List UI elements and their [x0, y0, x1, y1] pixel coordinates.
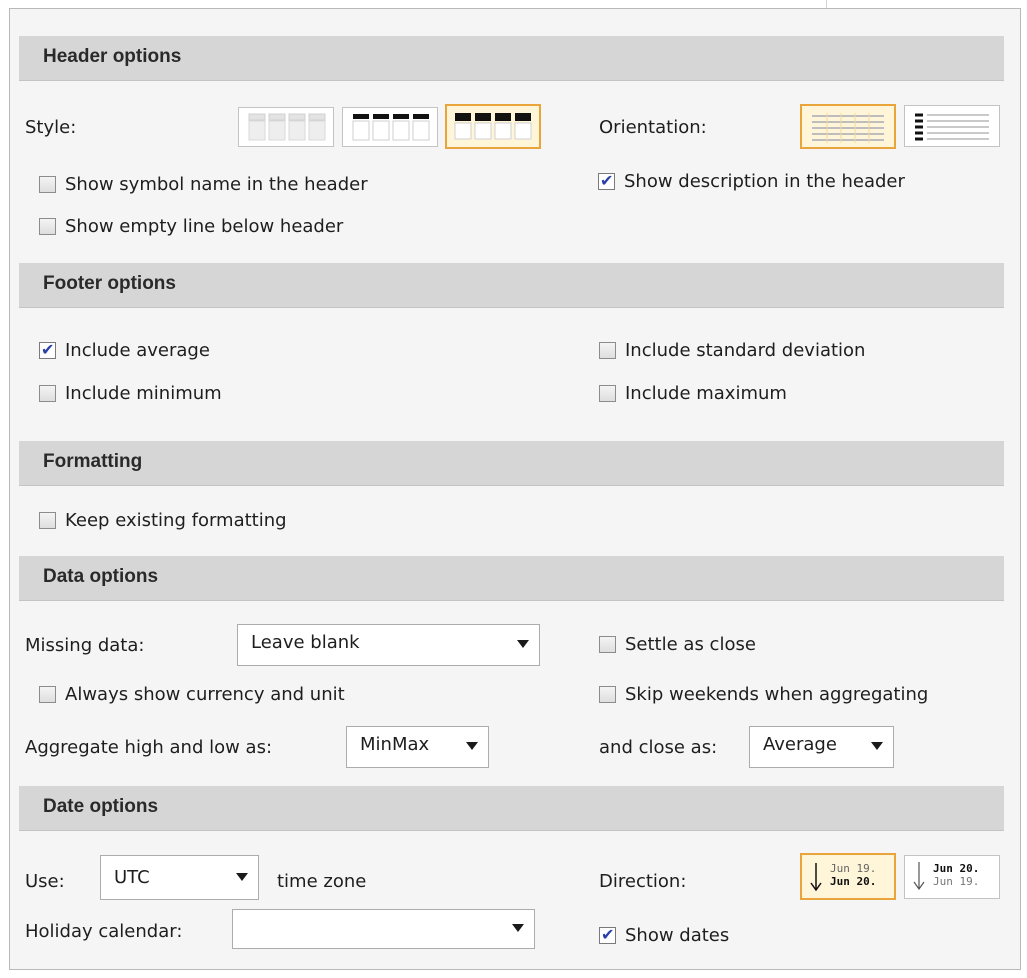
- keep-formatting-checkbox[interactable]: Keep existing formatting: [39, 510, 287, 531]
- check-mark-icon: ✔: [600, 171, 614, 190]
- checkbox-label: Show symbol name in the header: [65, 174, 368, 195]
- orientation-vertical-icon: [915, 113, 989, 141]
- checkbox-label: Show description in the header: [624, 171, 905, 192]
- direction-date-line1: Jun 19.: [830, 862, 877, 875]
- arrow-down-icon: [810, 863, 822, 892]
- checkbox-label: Include standard deviation: [625, 340, 866, 361]
- show-dates-checkbox[interactable]: ✔ Show dates: [599, 925, 729, 946]
- timezone-suffix-label: time zone: [277, 871, 367, 892]
- section-title: Footer options: [43, 273, 176, 294]
- timezone-dropdown[interactable]: UTC: [100, 855, 259, 900]
- checkbox-label: Show dates: [625, 925, 730, 946]
- style-light-icon: [248, 113, 326, 141]
- chevron-down-icon: [466, 742, 478, 750]
- aggregate-dropdown[interactable]: MinMax: [346, 726, 489, 768]
- top-edge: [0, 0, 1027, 8]
- section-title: Formatting: [43, 451, 143, 472]
- style-option-dark-header-button[interactable]: [342, 107, 438, 147]
- checkbox-box[interactable]: [39, 218, 56, 235]
- check-mark-icon: ✔: [601, 925, 615, 944]
- direction-date-line1: Jun 20.: [933, 862, 980, 875]
- direction-date-line2: Jun 19.: [933, 875, 980, 888]
- skip-weekends-checkbox[interactable]: Skip weekends when aggregating: [599, 684, 928, 705]
- section-title: Date options: [43, 796, 159, 817]
- settle-as-close-checkbox[interactable]: Settle as close: [599, 634, 756, 655]
- section-title: Header options: [43, 46, 182, 67]
- checkbox-label: Skip weekends when aggregating: [625, 684, 929, 705]
- close-as-dropdown[interactable]: Average: [749, 726, 894, 768]
- dropdown-value: MinMax: [360, 734, 430, 755]
- style-dark-header-icon: [352, 114, 430, 141]
- checkbox-box[interactable]: [39, 176, 56, 193]
- direction-label: Direction:: [599, 871, 687, 892]
- checkbox-box[interactable]: [599, 686, 616, 703]
- arrow-down-icon: [913, 862, 925, 891]
- divider: [826, 0, 827, 8]
- checkbox-label: Show empty line below header: [65, 216, 344, 237]
- include-average-checkbox[interactable]: ✔ Include average: [39, 340, 210, 361]
- orientation-label: Orientation:: [599, 117, 707, 138]
- checkbox-box[interactable]: [599, 342, 616, 359]
- holiday-calendar-dropdown[interactable]: [232, 909, 535, 949]
- checkbox-label: Always show currency and unit: [65, 684, 345, 705]
- checkbox-box[interactable]: ✔: [599, 925, 616, 944]
- show-description-checkbox[interactable]: ✔ Show description in the header: [598, 171, 905, 192]
- holiday-calendar-label: Holiday calendar:: [25, 921, 183, 942]
- checkbox-label: Include maximum: [625, 383, 787, 404]
- show-symbol-checkbox[interactable]: Show symbol name in the header: [39, 174, 368, 195]
- section-header-footer: Footer options: [19, 263, 1004, 308]
- style-option-light-button[interactable]: [238, 107, 334, 147]
- checkbox-label: Settle as close: [625, 634, 756, 655]
- chevron-down-icon: [871, 742, 883, 750]
- dropdown-value: Average: [763, 734, 837, 755]
- direction-ascending-button[interactable]: Jun 19. Jun 20.: [800, 853, 896, 900]
- checkbox-box[interactable]: ✔: [598, 171, 615, 190]
- checkbox-box[interactable]: [599, 385, 616, 402]
- missing-data-label: Missing data:: [25, 635, 145, 656]
- use-label: Use:: [25, 871, 65, 892]
- checkbox-label: Keep existing formatting: [65, 510, 287, 531]
- include-minimum-checkbox[interactable]: Include minimum: [39, 383, 222, 404]
- close-as-label: and close as:: [599, 737, 718, 758]
- missing-data-dropdown[interactable]: Leave blank: [237, 624, 540, 666]
- checkbox-box[interactable]: [39, 385, 56, 402]
- orientation-horizontal-icon: [812, 113, 884, 143]
- chevron-down-icon: [512, 924, 524, 932]
- include-std-checkbox[interactable]: Include standard deviation: [599, 340, 865, 361]
- always-show-currency-checkbox[interactable]: Always show currency and unit: [39, 684, 345, 705]
- direction-date-line2: Jun 20.: [830, 875, 877, 888]
- section-header-options: Header options: [19, 36, 1004, 81]
- style-label: Style:: [25, 117, 77, 138]
- direction-descending-button[interactable]: Jun 20. Jun 19.: [904, 855, 1000, 899]
- section-header-formatting: Formatting: [19, 441, 1004, 486]
- checkbox-box[interactable]: [599, 636, 616, 653]
- check-mark-icon: ✔: [41, 340, 55, 359]
- section-header-date: Date options: [19, 786, 1004, 831]
- chevron-down-icon: [236, 873, 248, 881]
- style-option-bold-header-button[interactable]: [445, 104, 541, 149]
- dropdown-value: Leave blank: [251, 632, 360, 653]
- dropdown-value: UTC: [114, 867, 150, 888]
- orientation-vertical-button[interactable]: [904, 105, 1000, 147]
- checkbox-box[interactable]: [39, 686, 56, 703]
- section-header-data: Data options: [19, 556, 1004, 601]
- section-title: Data options: [43, 566, 159, 587]
- checkbox-label: Include minimum: [65, 383, 222, 404]
- chevron-down-icon: [517, 640, 529, 648]
- checkbox-label: Include average: [65, 340, 210, 361]
- checkbox-box[interactable]: [39, 512, 56, 529]
- aggregate-label: Aggregate high and low as:: [25, 737, 273, 758]
- style-bold-header-icon: [454, 113, 532, 140]
- include-maximum-checkbox[interactable]: Include maximum: [599, 383, 787, 404]
- show-empty-line-checkbox[interactable]: Show empty line below header: [39, 216, 343, 237]
- orientation-horizontal-button[interactable]: [800, 104, 896, 149]
- checkbox-box[interactable]: ✔: [39, 340, 56, 359]
